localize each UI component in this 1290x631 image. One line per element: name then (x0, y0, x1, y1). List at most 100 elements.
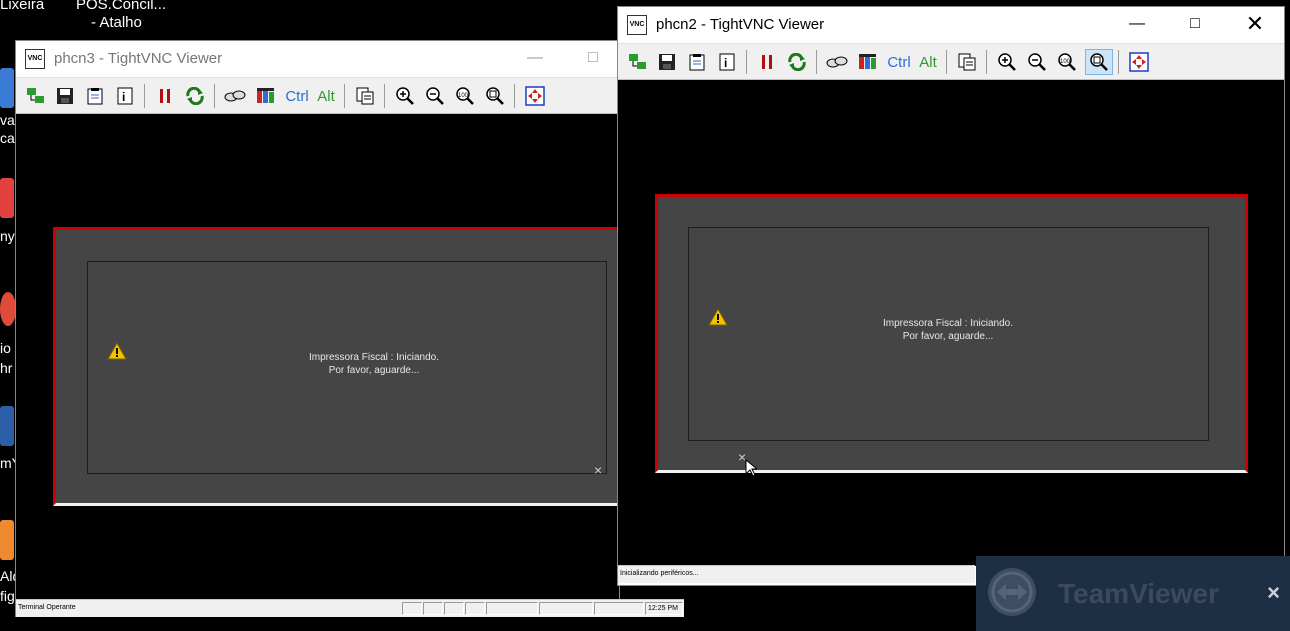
status-time: 12:25 PM (645, 602, 683, 615)
desktop-icon-label-atalho: - Atalho (91, 14, 142, 31)
zoom-fit-icon[interactable] (1085, 49, 1113, 75)
desktop-app-icon[interactable] (0, 520, 14, 560)
ctrl-esc-icon[interactable] (857, 51, 879, 73)
teamviewer-panel[interactable]: TeamViewer × (976, 556, 1290, 631)
zoom-in-icon[interactable] (394, 85, 416, 107)
ctrl-alt-del-icon[interactable] (826, 51, 848, 73)
options-icon[interactable] (84, 85, 106, 107)
desktop: { "desktop": { "top_labels": ["Lixeira",… (0, 0, 1290, 631)
remote-dialog: Impressora Fiscal : Iniciando. Por favor… (53, 227, 619, 506)
status-cell (594, 602, 644, 615)
zoom-100-icon[interactable]: 100 (454, 85, 476, 107)
close-icon[interactable]: × (1267, 580, 1280, 606)
clipboard-icon[interactable] (956, 51, 978, 73)
toolbar-separator (214, 84, 215, 108)
dialog-message-line-1: Impressora Fiscal : Iniciando. (308, 352, 440, 363)
desktop-icon-label-recycle-bin[interactable]: Lixeira (0, 0, 44, 13)
remote-status-bar: Inicializando periféricos... (618, 565, 975, 583)
desktop-icon-label: hr (0, 360, 13, 376)
ctrl-esc-icon[interactable] (255, 85, 277, 107)
vnc-app-icon: VNC (627, 15, 647, 35)
svg-text:i: i (122, 90, 125, 104)
toolbar-separator (816, 50, 817, 74)
remote-screen[interactable]: Impressora Fiscal : Iniciando. Por favor… (16, 114, 619, 600)
desktop-app-icon[interactable] (0, 178, 14, 218)
desktop-icon-label: fig (0, 588, 15, 604)
info-icon[interactable]: i (716, 51, 738, 73)
fullscreen-icon[interactable] (524, 85, 546, 107)
clipboard-icon[interactable] (354, 85, 376, 107)
warning-icon (107, 342, 127, 360)
toolbar-separator (946, 50, 947, 74)
desktop-app-icon[interactable] (0, 68, 14, 108)
toolbar-separator (344, 84, 345, 108)
new-connection-icon[interactable] (627, 51, 649, 73)
dialog-message-line-1: Impressora Fiscal : Iniciando. (882, 318, 1014, 329)
toolbar-separator (144, 84, 145, 108)
info-icon[interactable]: i (114, 85, 136, 107)
toolbar-separator (746, 50, 747, 74)
teamviewer-logo-icon (988, 568, 1036, 616)
remote-dialog-panel: Impressora Fiscal : Iniciando. Por favor… (87, 261, 607, 478)
minimize-button[interactable]: — (1108, 7, 1166, 41)
remote-status-bar: Terminal Operante 12:25 PM (16, 599, 684, 617)
status-text: Terminal Operante (18, 604, 76, 611)
zoom-in-icon[interactable] (996, 51, 1018, 73)
status-cell (423, 602, 443, 615)
status-cell (486, 602, 538, 615)
vnc-window-phcn3[interactable]: VNC phcn3 - TightVNC Viewer — □ i Ctrl A… (15, 40, 684, 617)
ctrl-key[interactable]: Ctrl (284, 85, 310, 107)
alt-key[interactable]: Alt (917, 51, 939, 73)
title-bar[interactable]: VNC phcn3 - TightVNC Viewer — □ (16, 41, 619, 77)
ctrl-alt-del-icon[interactable] (224, 85, 246, 107)
remote-dialog: Impressora Fiscal : Iniciando. Por favor… (655, 194, 1248, 477)
save-icon[interactable] (656, 51, 678, 73)
toolbar-separator (514, 84, 515, 108)
toolbar-separator (1118, 50, 1119, 74)
warning-icon (708, 308, 728, 326)
status-text: Inicializando periféricos... (620, 570, 699, 577)
vnc-window-phcn2[interactable]: VNC phcn2 - TightVNC Viewer — □ ✕ i Ctrl… (617, 6, 1285, 586)
save-icon[interactable] (54, 85, 76, 107)
chrome-icon[interactable] (0, 292, 16, 326)
svg-text:100: 100 (458, 93, 469, 99)
mouse-cursor-icon (745, 459, 757, 477)
desktop-icon-label-pos-concil[interactable]: POS.Concil... (76, 0, 166, 13)
close-button[interactable]: ✕ (1226, 7, 1284, 41)
alt-key[interactable]: Alt (315, 85, 337, 107)
status-cell (402, 602, 422, 615)
minimize-button[interactable]: — (506, 41, 564, 75)
fullscreen-icon[interactable] (1128, 51, 1150, 73)
zoom-fit-icon[interactable] (484, 85, 506, 107)
vnc-app-icon: VNC (25, 49, 45, 69)
teamviewer-label: TeamViewer (1058, 578, 1219, 609)
window-title: phcn2 - TightVNC Viewer (656, 16, 825, 33)
desktop-icon-label: io (0, 340, 11, 356)
dialog-message-line-2: Por favor, aguarde... (902, 331, 994, 342)
refresh-icon[interactable] (786, 51, 808, 73)
maximize-button[interactable]: □ (1166, 7, 1224, 41)
refresh-icon[interactable] (184, 85, 206, 107)
maximize-button[interactable]: □ (564, 41, 622, 75)
zoom-out-icon[interactable] (424, 85, 446, 107)
ctrl-key[interactable]: Ctrl (886, 51, 912, 73)
title-bar[interactable]: VNC phcn2 - TightVNC Viewer — □ ✕ (618, 7, 1284, 43)
pause-icon[interactable] (154, 85, 176, 107)
zoom-100-icon[interactable]: 100 (1056, 51, 1078, 73)
status-cell (539, 602, 593, 615)
window-title: phcn3 - TightVNC Viewer (54, 50, 223, 67)
svg-text:100: 100 (1060, 59, 1071, 65)
remote-screen[interactable]: Impressora Fiscal : Iniciando. Por favor… (618, 80, 1284, 566)
toolbar-separator (986, 50, 987, 74)
desktop-app-icon[interactable] (0, 406, 14, 446)
new-connection-icon[interactable] (25, 85, 47, 107)
close-icon[interactable]: × (594, 462, 602, 478)
pause-icon[interactable] (756, 51, 778, 73)
desktop-icon-label: ny (0, 228, 15, 244)
toolbar-separator (384, 84, 385, 108)
options-icon[interactable] (686, 51, 708, 73)
dialog-message-line-2: Por favor, aguarde... (328, 365, 420, 376)
zoom-out-icon[interactable] (1026, 51, 1048, 73)
status-cell (444, 602, 464, 615)
svg-text:i: i (724, 56, 727, 70)
